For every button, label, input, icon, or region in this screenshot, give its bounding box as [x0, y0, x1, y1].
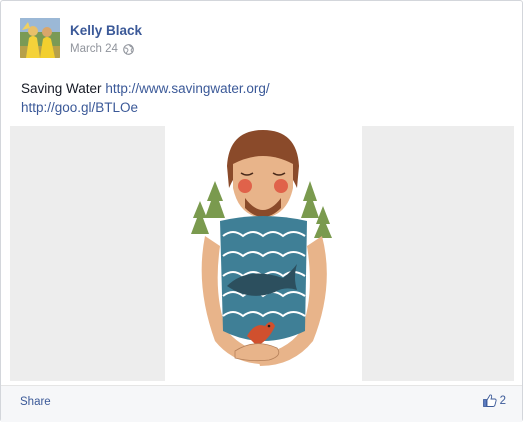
post-date[interactable]: March 24 [70, 43, 118, 55]
post-image[interactable] [10, 126, 514, 381]
post-message: Saving Water http://www.savingwater.org/… [21, 79, 501, 117]
message-text: Saving Water [21, 81, 102, 96]
avatar-photo [20, 18, 60, 58]
avatar[interactable] [20, 18, 60, 58]
man-hugging-water-illustration [191, 130, 332, 366]
link-savingwater[interactable]: http://www.savingwater.org/ [105, 81, 269, 96]
like-count: 2 [499, 394, 506, 407]
author-name[interactable]: Kelly Black [70, 23, 142, 38]
share-button[interactable]: Share [20, 396, 51, 408]
post-header: Kelly Black March 24 [20, 18, 500, 62]
link-googl[interactable]: http://goo.gl/BTLOe [21, 100, 138, 115]
thumbs-up-icon [482, 394, 497, 407]
illustration-image [165, 126, 362, 381]
post-meta: March 24 [70, 43, 134, 55]
like-count-button[interactable]: 2 [482, 394, 506, 407]
post-card: Kelly Black March 24 Saving Water http:/… [0, 0, 523, 422]
post-footer: Share 2 [1, 385, 522, 422]
globe-icon[interactable] [123, 43, 134, 55]
